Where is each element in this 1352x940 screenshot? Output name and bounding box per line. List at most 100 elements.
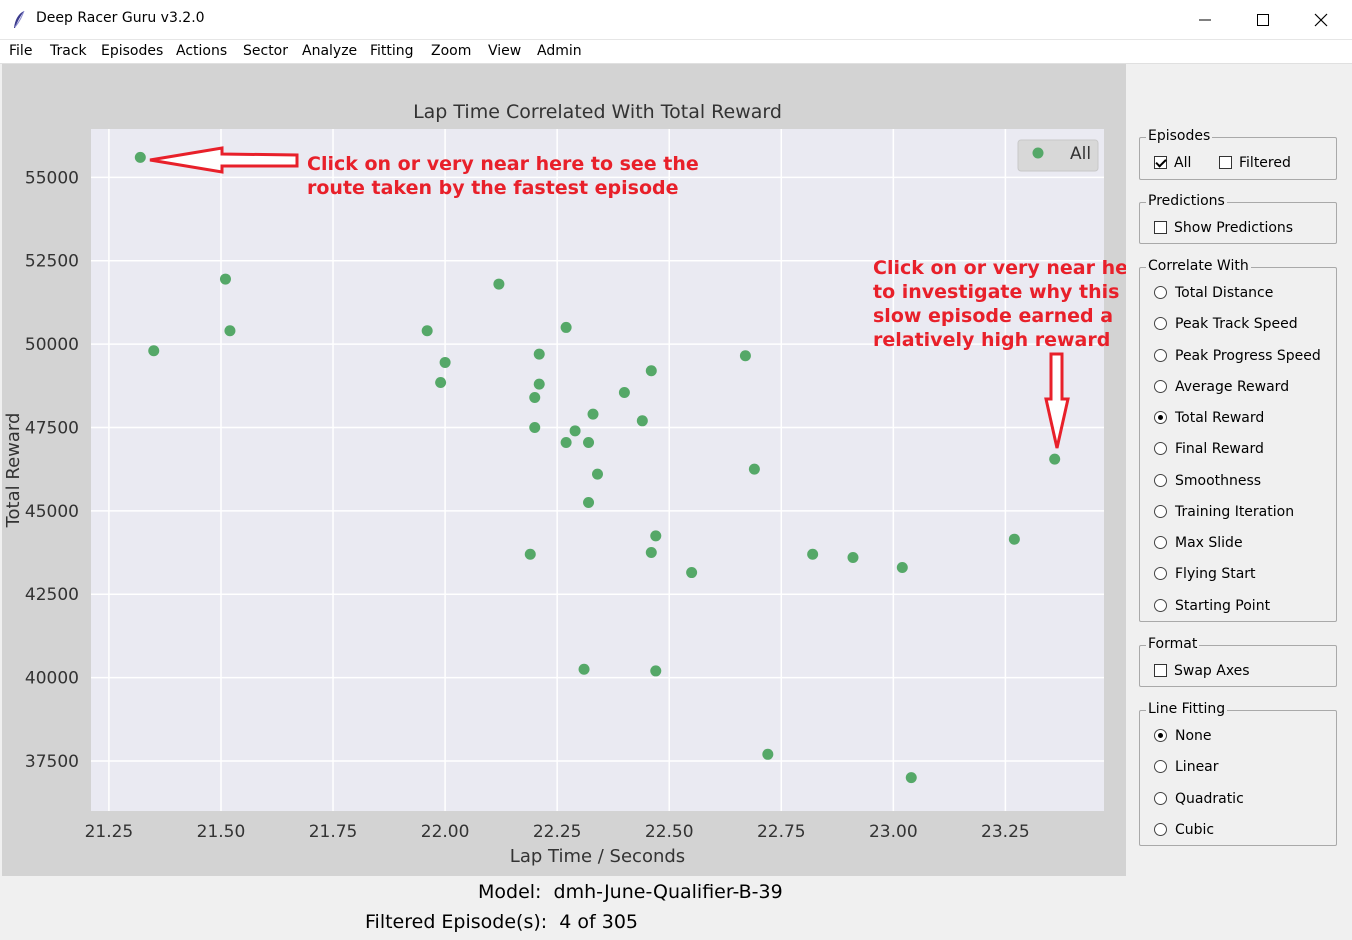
close-icon xyxy=(1314,13,1328,27)
data-point xyxy=(896,562,908,574)
format-legend: Format xyxy=(1146,636,1200,652)
radio-fit-cubic[interactable]: Cubic xyxy=(1154,822,1214,838)
menu-actions[interactable]: Actions xyxy=(176,43,227,59)
radio-total-reward[interactable]: Total Reward xyxy=(1154,410,1264,426)
data-point xyxy=(439,356,451,368)
x-axis-label: Lap Time / Seconds xyxy=(510,846,685,867)
data-point xyxy=(421,325,433,337)
minimize-button[interactable] xyxy=(1176,0,1234,40)
option-label: Final Reward xyxy=(1175,441,1264,457)
option-label: None xyxy=(1175,728,1212,744)
y-axis-label: Total Reward xyxy=(3,413,24,529)
legend-marker xyxy=(1032,147,1044,159)
data-point xyxy=(739,350,751,362)
annotation-text-fastest: route taken by the fastest episode xyxy=(307,177,679,199)
radio-icon xyxy=(1154,380,1167,393)
legend-box: All xyxy=(1017,139,1099,172)
radio-icon xyxy=(1154,760,1167,773)
radio-total-distance[interactable]: Total Distance xyxy=(1154,285,1273,301)
menu-analyze[interactable]: Analyze xyxy=(302,43,357,59)
radio-icon xyxy=(1154,792,1167,805)
radio-fit-quadratic[interactable]: Quadratic xyxy=(1154,791,1244,807)
data-point xyxy=(1008,533,1020,545)
radio-smoothness[interactable]: Smoothness xyxy=(1154,473,1261,489)
checkbox-icon xyxy=(1219,156,1232,169)
option-label: Filtered xyxy=(1239,155,1291,171)
menu-sector[interactable]: Sector xyxy=(243,43,288,59)
x-tick-label: 21.25 xyxy=(85,822,134,842)
episodes-group: Episodes All Filtered xyxy=(1139,128,1337,180)
window-title: Deep Racer Guru v3.2.0 xyxy=(36,10,205,26)
show-predictions-checkbox[interactable]: Show Predictions xyxy=(1154,220,1293,236)
data-point xyxy=(569,425,581,437)
radio-peak-progress-speed[interactable]: Peak Progress Speed xyxy=(1154,348,1321,364)
option-label: Cubic xyxy=(1175,822,1215,838)
radio-icon xyxy=(1154,474,1167,487)
data-point xyxy=(578,663,590,675)
feather-icon xyxy=(12,10,26,30)
option-label: Max Slide xyxy=(1175,535,1243,551)
y-tick-label: 37500 xyxy=(25,752,79,772)
correlate-legend: Correlate With xyxy=(1146,258,1251,274)
radio-icon xyxy=(1154,505,1167,518)
maximize-button[interactable] xyxy=(1234,0,1292,40)
chart-figure[interactable]: 21.25 21.50 21.75 22.00 22.25 22.50 22.75 23.00… xyxy=(2,64,1126,876)
radio-flying-start[interactable]: Flying Start xyxy=(1154,566,1256,582)
y-tick-label: 52500 xyxy=(25,252,79,272)
model-status: Model: dmh-June-Qualifier-B-39 xyxy=(478,881,783,903)
option-label: Peak Progress Speed xyxy=(1175,348,1321,364)
data-point xyxy=(524,548,536,560)
chart-title: Lap Time Correlated With Total Reward xyxy=(413,101,782,123)
radio-training-iteration[interactable]: Training Iteration xyxy=(1154,504,1294,520)
data-point xyxy=(560,436,572,448)
episodes-all-checkbox[interactable]: All xyxy=(1154,155,1191,171)
data-point xyxy=(560,321,572,333)
y-tick-label: 47500 xyxy=(25,418,79,438)
data-point xyxy=(650,530,662,542)
menu-view[interactable]: View xyxy=(488,43,521,59)
menu-episodes[interactable]: Episodes xyxy=(101,43,163,59)
radio-fit-none[interactable]: None xyxy=(1154,728,1212,744)
data-point xyxy=(493,278,505,290)
line-fitting-legend: Line Fitting xyxy=(1146,701,1228,717)
radio-icon xyxy=(1154,286,1167,299)
menu-fitting[interactable]: Fitting xyxy=(370,43,414,59)
menu-admin[interactable]: Admin xyxy=(537,43,582,59)
option-label: Total Reward xyxy=(1175,410,1265,426)
filtered-value: 4 of 305 xyxy=(559,911,639,933)
data-point xyxy=(748,463,760,475)
menu-track[interactable]: Track xyxy=(50,43,87,59)
radio-icon xyxy=(1154,411,1167,424)
data-point xyxy=(686,567,698,579)
annotation-text-slow: relatively high reward xyxy=(873,329,1110,351)
scatter-chart[interactable]: 21.25 21.50 21.75 22.00 22.25 22.50 22.75 23.00… xyxy=(2,64,1126,876)
filtered-status: Filtered Episode(s): 4 of 305 xyxy=(365,911,638,933)
radio-fit-linear[interactable]: Linear xyxy=(1154,759,1219,775)
radio-starting-point[interactable]: Starting Point xyxy=(1154,598,1270,614)
model-value: dmh-June-Qualifier-B-39 xyxy=(553,881,783,903)
episodes-filtered-checkbox[interactable]: Filtered xyxy=(1219,155,1291,171)
radio-average-reward[interactable]: Average Reward xyxy=(1154,379,1289,395)
option-label: Total Distance xyxy=(1175,285,1274,301)
radio-max-slide[interactable]: Max Slide xyxy=(1154,535,1243,551)
option-label: Linear xyxy=(1175,759,1219,775)
maximize-icon xyxy=(1257,14,1269,26)
option-label: All xyxy=(1174,155,1192,171)
radio-final-reward[interactable]: Final Reward xyxy=(1154,441,1264,457)
annotation-text-fastest: Click on or very near here to see the xyxy=(307,153,699,175)
menu-file[interactable]: File xyxy=(9,43,32,59)
data-point xyxy=(224,325,236,337)
radio-peak-track-speed[interactable]: Peak Track Speed xyxy=(1154,316,1298,332)
x-tick-label: 23.00 xyxy=(869,822,918,842)
model-label: Model: xyxy=(478,881,542,903)
close-button[interactable] xyxy=(1292,0,1350,40)
menu-zoom[interactable]: Zoom xyxy=(431,43,471,59)
data-point xyxy=(636,415,648,427)
format-group: Format Swap Axes xyxy=(1139,636,1337,687)
minimize-icon xyxy=(1199,19,1211,21)
x-tick-label: 22.25 xyxy=(533,822,582,842)
option-label: Training Iteration xyxy=(1175,504,1295,520)
title-bar: Deep Racer Guru v3.2.0 xyxy=(0,0,1352,40)
data-point xyxy=(905,772,917,784)
swap-axes-checkbox[interactable]: Swap Axes xyxy=(1154,663,1250,679)
